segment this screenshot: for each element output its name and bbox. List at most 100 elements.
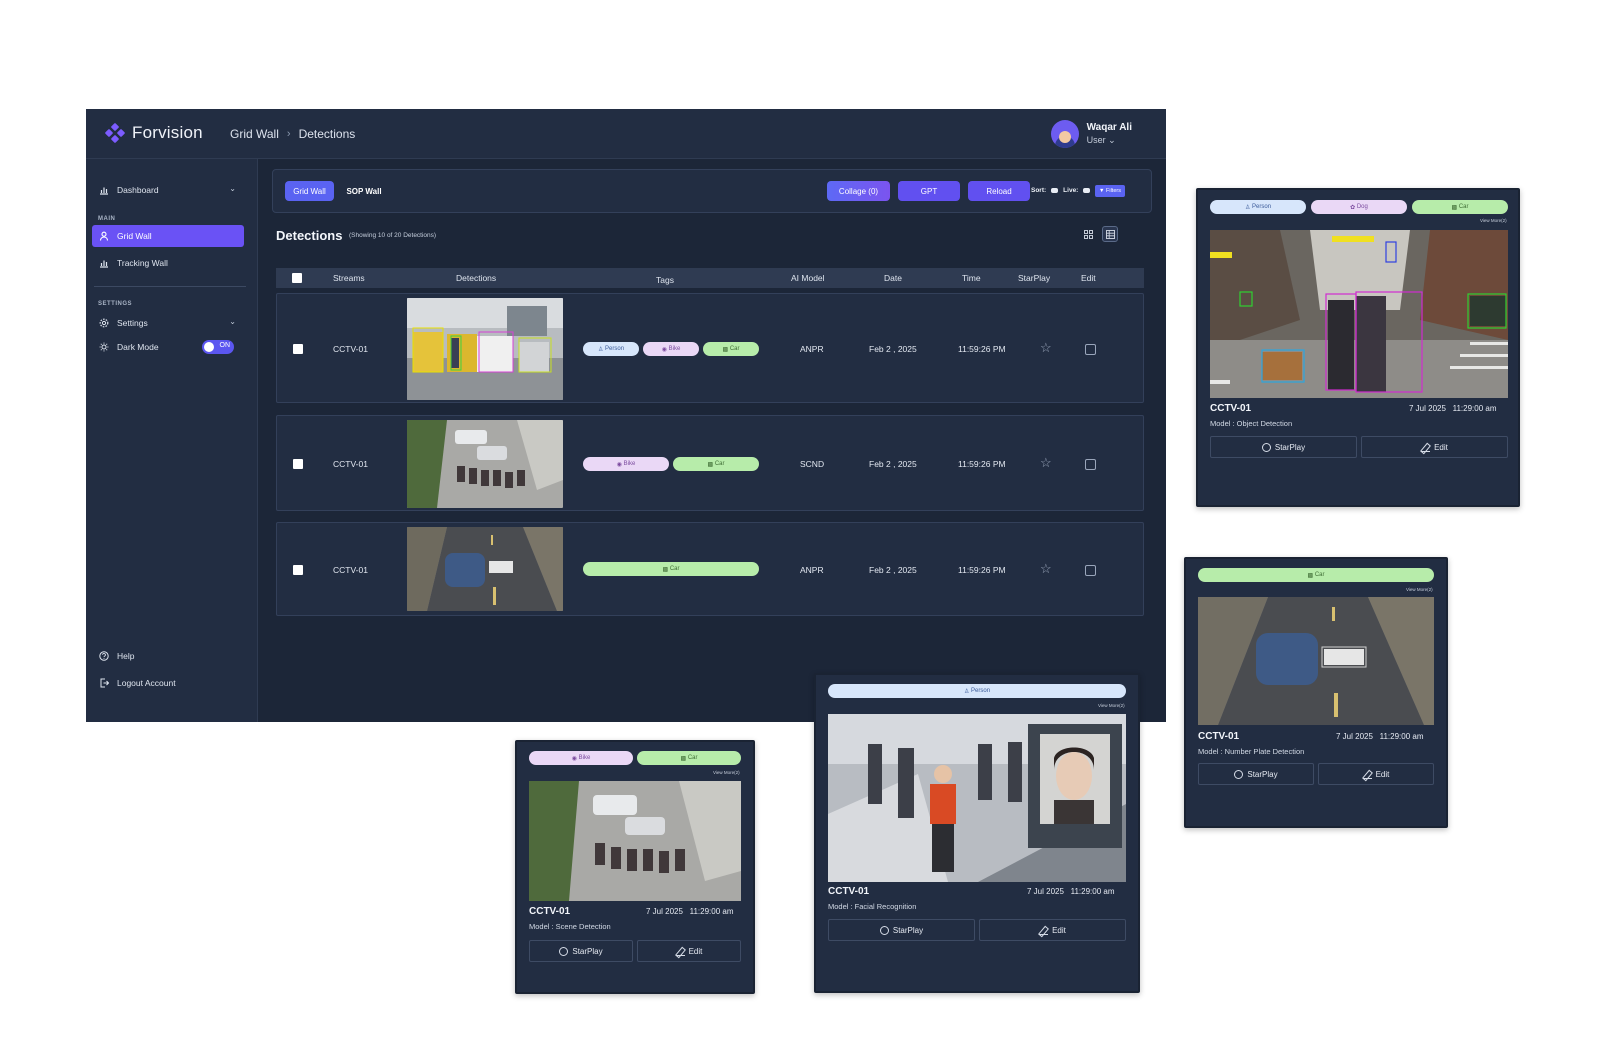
tag-car: ▩ Car xyxy=(583,562,759,576)
table-row[interactable]: CCTV-01 ◉ Bike ▩ Car SCND Feb 2 , 2025 1… xyxy=(276,415,1144,511)
sidebar-divider xyxy=(94,286,246,287)
detection-date: Feb 2 , 2025 xyxy=(869,459,917,469)
edit-icon[interactable] xyxy=(1085,565,1096,576)
sidebar-item-label: Tracking Wall xyxy=(117,258,168,268)
tag-car: ▩ Car xyxy=(637,751,741,765)
grid-view-button[interactable] xyxy=(1080,226,1096,242)
tag-label: Bike xyxy=(578,755,591,761)
tag-bike: ◉ Bike xyxy=(643,342,699,356)
card-title: CCTV-01 xyxy=(828,886,870,897)
stream-name: CCTV-01 xyxy=(333,565,368,575)
card-title: CCTV-01 xyxy=(1210,403,1252,414)
play-circle-icon xyxy=(879,925,889,935)
detection-card[interactable]: ♙ Person ✿ Dog ▩ Car View More(2) CCTV-0… xyxy=(1196,188,1520,507)
sun-icon xyxy=(99,342,109,352)
view-more-link[interactable]: View More(2) xyxy=(713,770,740,775)
live-switch[interactable] xyxy=(1083,188,1091,193)
sidebar-item-help[interactable]: Help xyxy=(92,645,244,667)
avatar[interactable] xyxy=(1050,120,1079,148)
bar-chart-icon xyxy=(100,260,108,268)
starplay-button[interactable]: StarPlay xyxy=(529,940,633,962)
detection-thumbnail[interactable] xyxy=(407,527,563,611)
crowd-face-recognition-image xyxy=(828,714,1126,882)
detection-image[interactable] xyxy=(1198,597,1434,725)
edit-button[interactable]: Edit xyxy=(979,919,1126,941)
star-icon[interactable]: ☆ xyxy=(1040,340,1052,356)
detection-thumbnail[interactable] xyxy=(407,420,563,508)
edit-button[interactable]: Edit xyxy=(637,940,741,962)
tag-car: ▩ Car xyxy=(673,457,759,471)
table-row[interactable]: CCTV-01 ♙ Person ◉ Bike ▩ Car ANPR Feb 2… xyxy=(276,293,1144,403)
grid-icon xyxy=(1083,229,1093,239)
tab-grid-wall[interactable]: Grid Wall xyxy=(285,181,334,201)
card-model: Model : Number Plate Detection xyxy=(1198,747,1305,756)
brand-name: Forvision xyxy=(132,123,203,142)
car-icon: ▩ xyxy=(662,566,670,573)
starplay-button[interactable]: StarPlay xyxy=(828,919,975,941)
live-label: Live: xyxy=(1063,187,1079,194)
gpt-button[interactable]: GPT xyxy=(898,181,960,201)
view-more-link[interactable]: View More(2) xyxy=(1098,703,1125,708)
sidebar-item-tracking-wall[interactable]: Tracking Wall xyxy=(92,252,244,274)
tag-person: ♙ Person xyxy=(828,684,1126,698)
user-icon xyxy=(99,231,109,241)
edit-button[interactable]: Edit xyxy=(1361,436,1508,458)
dark-mode-toggle[interactable]: ON xyxy=(202,340,234,354)
detection-card[interactable]: ◉ Bike ▩ Car View More(2) CCTV-01 7 Jul … xyxy=(515,740,755,994)
tag-label: Person xyxy=(605,346,625,352)
star-icon[interactable]: ☆ xyxy=(1040,455,1052,471)
detection-image[interactable] xyxy=(529,781,741,901)
row-checkbox[interactable] xyxy=(293,459,303,469)
brand-logo[interactable]: Forvision xyxy=(104,122,203,144)
sort-switch[interactable] xyxy=(1051,188,1059,193)
view-more-link[interactable]: View More(2) xyxy=(1480,218,1507,223)
edit-icon[interactable] xyxy=(1085,344,1096,355)
sidebar-item-dashboard[interactable]: Dashboard ⌄ xyxy=(92,179,244,201)
star-icon[interactable]: ☆ xyxy=(1040,561,1052,577)
sort-label: Sort: xyxy=(1031,187,1047,194)
tag-label: Car xyxy=(714,461,725,467)
tag-label: Dog xyxy=(1356,204,1368,210)
detection-card[interactable]: ♙ Person View More(2) CCTV-01 7 Jul 2025… xyxy=(814,673,1140,993)
starplay-button[interactable]: StarPlay xyxy=(1210,436,1357,458)
tag-label: Bike xyxy=(668,346,681,352)
sidebar-item-settings[interactable]: Settings ⌄ xyxy=(92,312,244,334)
table-header: Streams Detections Tags AI Model Date Ti… xyxy=(276,268,1144,288)
button-label: StarPlay xyxy=(572,946,603,956)
table-row[interactable]: CCTV-01 ▩ Car ANPR Feb 2 , 2025 11:59:26… xyxy=(276,522,1144,616)
logout-icon xyxy=(100,678,109,688)
collage-button[interactable]: Collage (0) xyxy=(827,181,890,201)
row-checkbox[interactable] xyxy=(293,565,303,575)
detection-image[interactable] xyxy=(828,714,1126,882)
reload-button[interactable]: Reload xyxy=(968,181,1030,201)
section-label-settings: SETTINGS xyxy=(98,301,133,307)
filter-icon: ▼ xyxy=(1099,188,1106,194)
starplay-button[interactable]: StarPlay xyxy=(1198,763,1314,785)
detection-card[interactable]: ▩ Car View More(2) CCTV-01 7 Jul 2025 11… xyxy=(1184,557,1448,828)
button-label: Edit xyxy=(1375,769,1390,779)
pencil-icon xyxy=(675,947,685,956)
sidebar-item-label: Help xyxy=(117,651,135,661)
sidebar-item-logout[interactable]: Logout Account xyxy=(92,672,244,694)
list-view-button[interactable] xyxy=(1102,226,1118,242)
person-icon: ♙ xyxy=(597,346,606,353)
sidebar-item-grid-wall[interactable]: Grid Wall xyxy=(92,225,244,247)
play-circle-icon xyxy=(1261,442,1271,452)
edit-button[interactable]: Edit xyxy=(1318,763,1434,785)
detection-image[interactable] xyxy=(1210,230,1508,398)
select-all-checkbox[interactable] xyxy=(292,273,302,283)
button-label: StarPlay xyxy=(1274,442,1306,452)
tab-sop-wall[interactable]: SOP Wall xyxy=(339,181,389,201)
detection-thumbnail[interactable] xyxy=(407,298,563,400)
detection-date: Feb 2 , 2025 xyxy=(869,344,917,354)
car-icon: ▩ xyxy=(722,346,730,353)
user-menu[interactable]: Waqar Ali User ⌄ xyxy=(1050,120,1132,148)
edit-icon[interactable] xyxy=(1085,459,1096,470)
filters-button[interactable]: ▼ Filters xyxy=(1095,185,1125,197)
bar-chart-icon xyxy=(100,187,108,195)
table-icon xyxy=(1105,229,1115,239)
view-more-link[interactable]: View More(2) xyxy=(1406,587,1433,592)
row-checkbox[interactable] xyxy=(293,344,303,354)
card-title: CCTV-01 xyxy=(1198,731,1240,742)
breadcrumb-grid-wall[interactable]: Grid Wall xyxy=(230,127,279,141)
